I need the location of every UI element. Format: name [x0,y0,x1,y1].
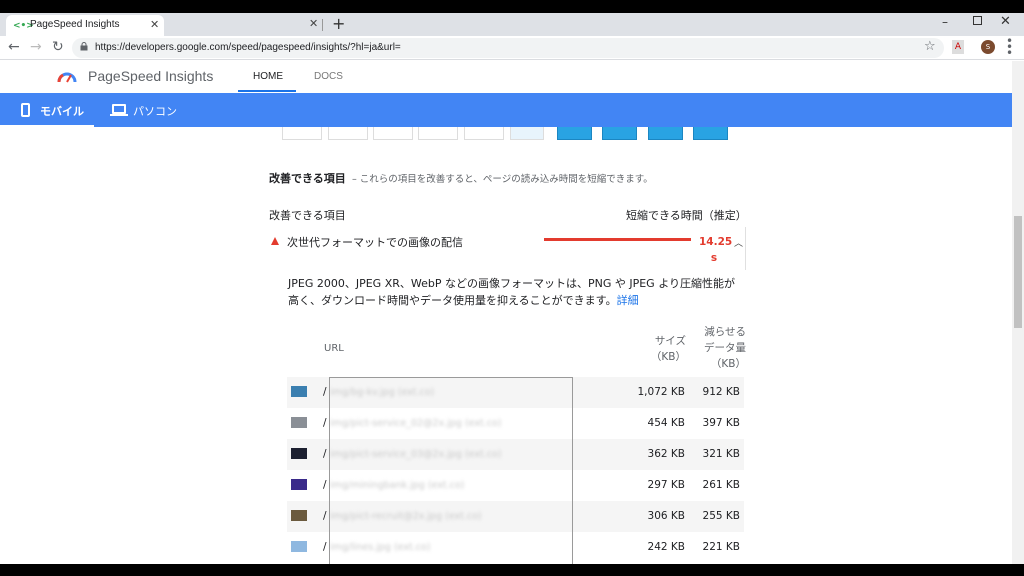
url-slash: / [323,448,327,460]
tab-mobile[interactable]: モバイル [0,93,94,127]
redaction-box [329,377,573,564]
row-size: 362 KB [647,448,685,460]
filmstrip-frame [510,127,544,140]
bookmark-star-icon[interactable]: ☆ [924,39,936,54]
filmstrip-frame [328,127,368,140]
filmstrip-frame [418,127,458,140]
window-close-button[interactable]: ✕ [1000,14,1011,29]
menu-kebab-icon[interactable]: • • • [1006,35,1013,59]
tab-separator [322,19,323,31]
audit-savings-value: 14.25 s [699,236,733,264]
table-header-size: サイズ（KB） [650,335,686,363]
forward-arrow-icon[interactable]: → [30,39,42,55]
table-header-savings: 減らせるデータ量（KB） [704,326,746,370]
tab-close-icon[interactable]: ✕ [150,18,159,31]
column-header-savings: 短縮できる時間（推定） [626,209,747,222]
image-thumbnail [291,386,307,397]
row-size: 306 KB [647,510,685,522]
filmstrip-frame [693,127,728,140]
minimize-button[interactable]: – [942,15,948,29]
tab-mobile-label: モバイル [40,105,84,118]
row-size: 242 KB [647,541,685,553]
new-tab-button[interactable]: + [332,14,345,33]
url-slash: / [323,386,327,398]
image-thumbnail [291,479,307,490]
row-size: 297 KB [647,479,685,491]
phone-icon [21,103,30,117]
tab2-close-icon[interactable]: ✕ [309,17,318,30]
browser-toolbar: ← → ↻ https://developers.google.com/spee… [0,35,1024,60]
section-title: 改善できる項目 [269,172,346,185]
tab-title: PageSpeed Insights [30,19,120,30]
url-slash: / [323,541,327,553]
row-savings: 912 KB [702,386,740,398]
audit-row-next-gen-images[interactable]: 次世代フォーマットでの画像の配信 14.25 s ︿ [266,227,746,270]
filmstrip-frame [648,127,683,140]
device-switcher: モバイル パソコン [0,93,1012,127]
nav-tab-home[interactable]: HOME [253,71,283,82]
back-arrow-icon[interactable]: ← [8,39,20,55]
audit-description-text: JPEG 2000、JPEG XR、WebP などの画像フォーマットは、PNG … [288,277,735,307]
filmstrip-frame [282,127,322,140]
tab-desktop[interactable]: パソコン [105,93,185,127]
image-thumbnail [291,541,307,552]
filmstrip-frame [464,127,504,140]
profile-avatar[interactable]: S [981,40,995,54]
tab-desktop-label: パソコン [133,105,177,118]
filmstrip [282,127,732,141]
scrollbar-thumb[interactable] [1014,216,1022,328]
row-savings: 397 KB [702,417,740,429]
laptop-icon [112,104,126,114]
page-scrollbar[interactable] [1012,61,1024,564]
row-savings: 255 KB [702,510,740,522]
address-bar[interactable]: https://developers.google.com/speed/page… [72,38,944,58]
image-thumbnail [291,417,307,428]
filmstrip-frame [373,127,413,140]
learn-more-link[interactable]: 詳細 [617,294,639,307]
brand-name: PageSpeed Insights [88,68,214,84]
filmstrip-frame [602,127,637,140]
reload-icon[interactable]: ↻ [52,39,64,55]
pagespeed-logo-icon [57,72,77,83]
pdf-extension-icon[interactable]: A [952,40,964,54]
lock-icon [80,42,88,51]
table-header-url: URL [324,343,344,354]
audit-description: JPEG 2000、JPEG XR、WebP などの画像フォーマットは、PNG … [288,275,738,309]
url-slash: / [323,417,327,429]
url-text: https://developers.google.com/speed/page… [95,42,401,53]
active-tab-underline [238,90,296,92]
section-description: – これらの項目を改善すると、ページの読み込み時間を短縮できます。 [352,174,653,185]
row-savings: 261 KB [702,479,740,491]
site-header: PageSpeed Insights HOME DOCS [0,61,1012,93]
row-size: 1,072 KB [637,386,686,398]
row-savings: 321 KB [702,448,740,460]
savings-bar [544,238,691,241]
filmstrip-frame [557,127,592,140]
active-device-underline [0,125,94,127]
browser-tab[interactable]: <•> PageSpeed Insights ✕ [6,15,164,36]
fail-triangle-icon [271,237,279,245]
image-thumbnail [291,448,307,459]
chevron-up-icon[interactable]: ︿ [734,236,743,249]
url-slash: / [323,479,327,491]
column-header-opportunity: 改善できる項目 [269,209,346,222]
url-slash: / [323,510,327,522]
image-thumbnail [291,510,307,521]
row-size: 454 KB [647,417,685,429]
browser-window: <•> PageSpeed Insights ✕ ✕ + – ✕ ← → ↻ h… [0,13,1024,564]
tab-strip: <•> PageSpeed Insights ✕ ✕ + – ✕ [0,13,1024,36]
pagespeed-favicon-icon: <•> [13,21,34,31]
row-savings: 221 KB [702,541,740,553]
maximize-button[interactable] [973,16,982,25]
laptop-base [110,114,128,116]
nav-tab-docs[interactable]: DOCS [314,71,343,82]
audit-title: 次世代フォーマットでの画像の配信 [287,236,463,249]
